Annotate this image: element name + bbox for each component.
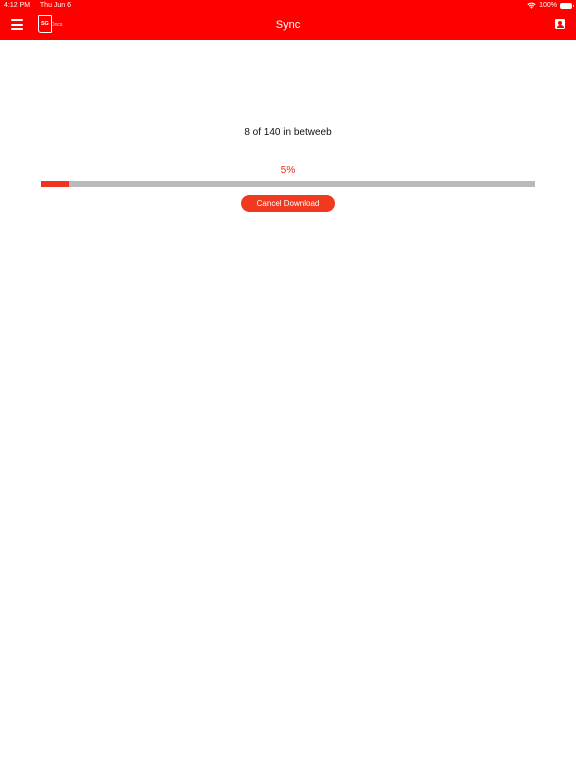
battery-icon (560, 2, 574, 9)
status-left: 4:12 PM Thu Jun 6 (4, 0, 79, 11)
app-header: 4:12 PM Thu Jun 6 100% SG Docs Sync (0, 0, 576, 40)
wifi-icon (527, 2, 536, 9)
status-time: 4:12 PM (4, 2, 31, 9)
sync-progress-bar (41, 181, 535, 187)
profile-icon[interactable] (555, 19, 565, 29)
sync-percent-label: 5% (280, 165, 296, 176)
page-title: Sync (275, 19, 301, 31)
status-bar: 4:12 PM Thu Jun 6 100% (0, 0, 576, 11)
nav-bar: SG Docs Sync (0, 11, 576, 40)
battery-percent: 100% (539, 2, 557, 9)
sync-progress-text: 8 of 140 in betweeb (244, 127, 332, 138)
sync-progress-fill (41, 181, 70, 187)
cancel-download-button[interactable]: Cancel Download (241, 195, 335, 212)
status-right: 100% (527, 0, 574, 11)
status-date: Thu Jun 6 (39, 2, 72, 9)
